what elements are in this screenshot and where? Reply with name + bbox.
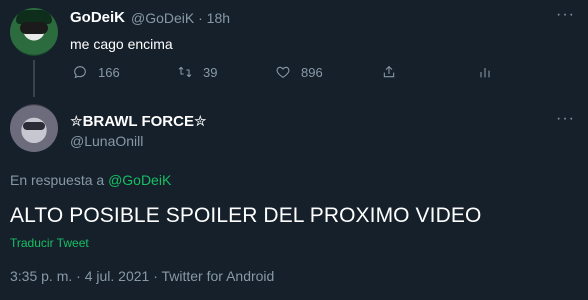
parent-display-name[interactable]: GoDeiK <box>70 9 125 26</box>
retweet-count: 39 <box>203 64 218 80</box>
translate-tweet-link[interactable]: Traducir Tweet <box>10 236 89 250</box>
analytics-button[interactable] <box>477 64 493 80</box>
avatar-visor <box>23 122 45 130</box>
parent-action-bar: 166 39 896 <box>0 64 588 84</box>
reply-to-prefix: En respuesta a <box>10 172 109 188</box>
main-display-name[interactable]: ✮BRAWL FORCE✮ <box>70 112 207 130</box>
reply-count: 166 <box>98 64 120 80</box>
reply-to-mention-link[interactable]: @GoDeiK <box>108 172 171 188</box>
avatar-mask <box>20 22 48 34</box>
main-tweet-text: ALTO POSIBLE SPOILER DEL PROXIMO VIDEO <box>10 204 482 227</box>
parent-more-button[interactable]: ··· <box>556 6 575 24</box>
like-button[interactable]: 896 <box>275 64 323 80</box>
main-handle[interactable]: @LunaOnill <box>70 133 143 149</box>
analytics-icon <box>480 68 490 78</box>
main-more-button[interactable]: ··· <box>556 110 575 128</box>
parent-handle-time[interactable]: @GoDeiK · 18h <box>131 10 230 26</box>
parent-tweet-text: me cago encima <box>70 36 173 52</box>
reply-to-line: En respuesta a @GoDeiK <box>10 172 171 188</box>
tweet-timestamp[interactable]: 3:35 p. m. · 4 jul. 2021 · Twitter for A… <box>10 268 274 284</box>
heart-icon <box>276 66 290 78</box>
main-avatar[interactable] <box>10 104 58 152</box>
retweet-button[interactable]: 39 <box>177 64 217 80</box>
share-icon <box>383 65 395 78</box>
like-count: 896 <box>301 64 323 80</box>
reply-icon <box>74 66 86 79</box>
retweet-icon <box>178 66 192 78</box>
parent-avatar[interactable] <box>10 8 58 56</box>
share-button[interactable] <box>381 64 397 80</box>
reply-button[interactable]: 166 <box>72 64 120 80</box>
